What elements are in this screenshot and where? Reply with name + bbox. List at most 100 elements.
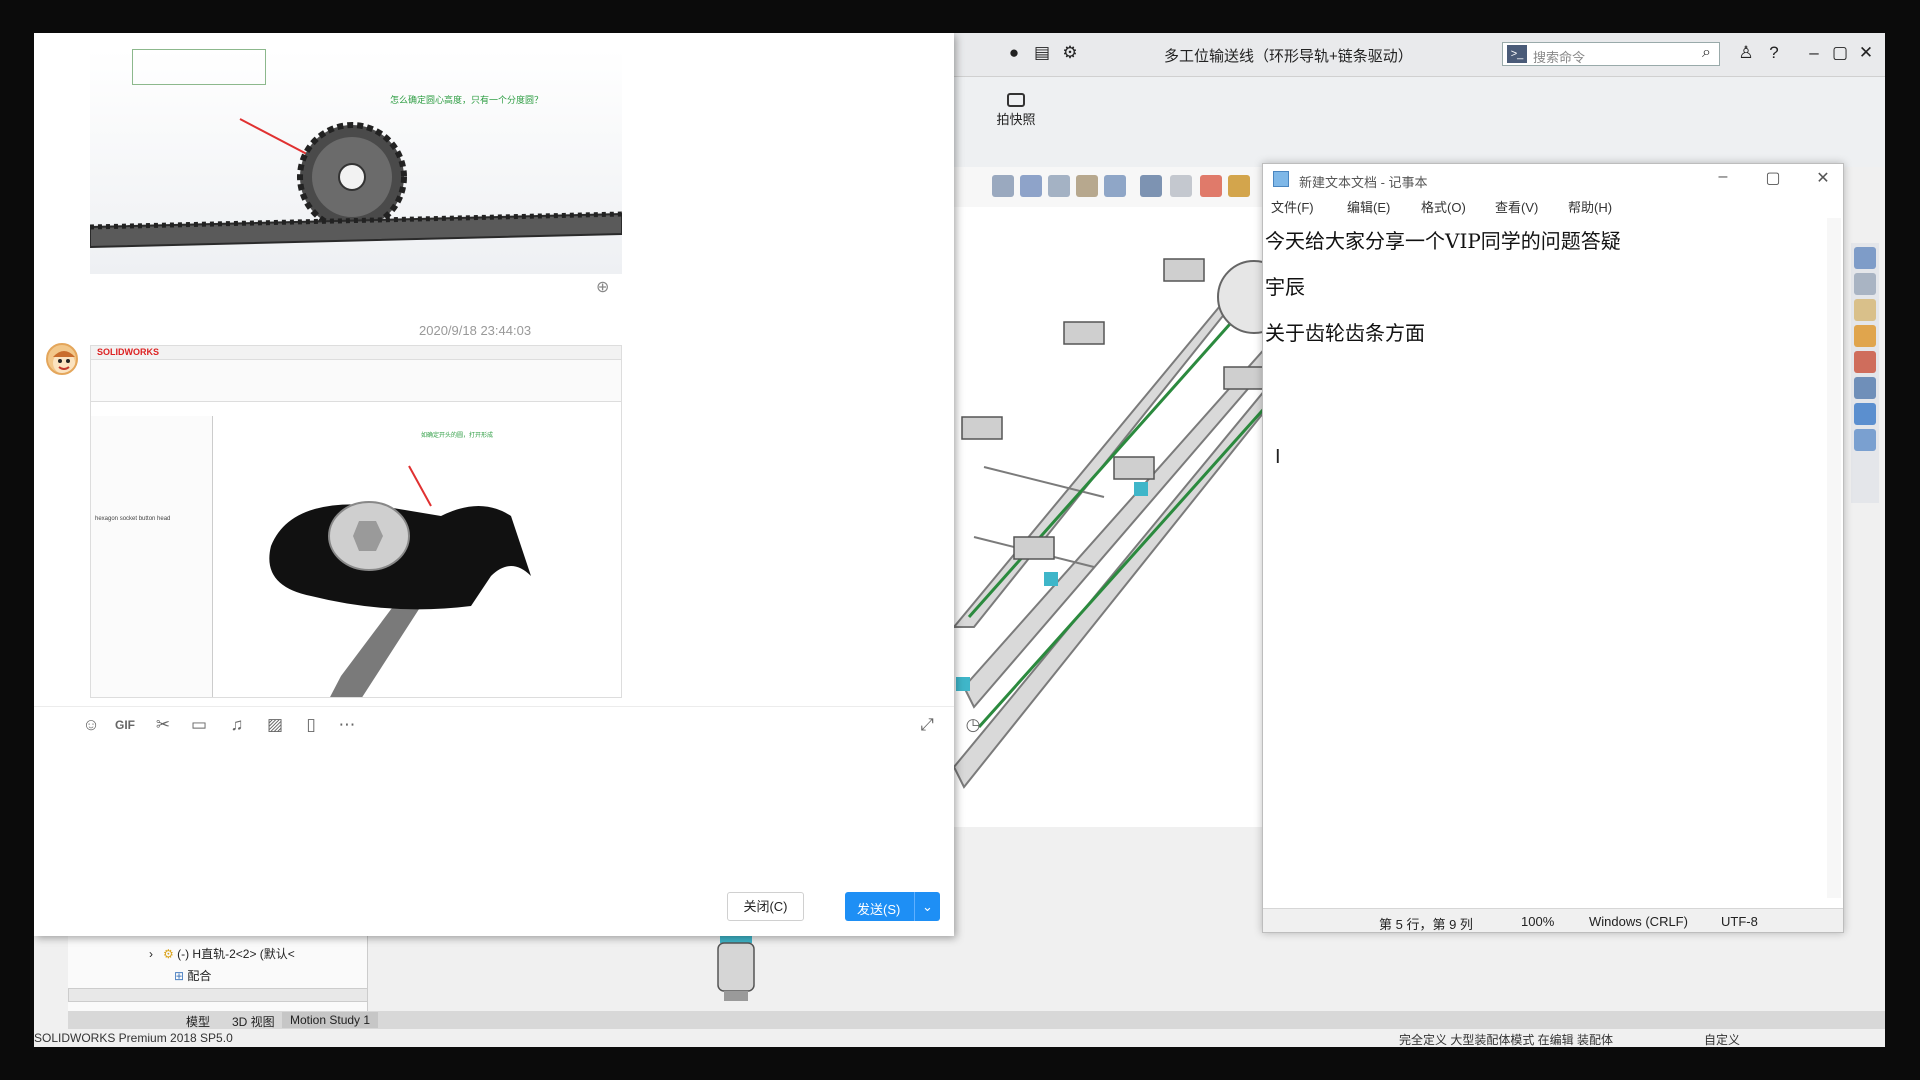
search-commands-input[interactable]: >_ 搜索命令 ⌕ <box>1502 42 1720 66</box>
notepad-title: 新建文本文档 - 记事本 <box>1299 175 1428 190</box>
minimize-icon[interactable]: – <box>1708 168 1738 186</box>
zoom-area-icon[interactable] <box>1020 175 1042 197</box>
notepad-text-area[interactable]: 今天给大家分享一个VIP同学的问题答疑 宇辰 关于齿轮齿条方面 <box>1265 218 1823 898</box>
custom-properties-icon[interactable] <box>1854 377 1876 399</box>
close-icon[interactable]: ✕ <box>1808 168 1838 188</box>
display-style-icon[interactable] <box>1140 175 1162 197</box>
notepad-window: 新建文本文档 - 记事本 – ▢ ✕ 文件(F) 编辑(E) 格式(O) 查看(… <box>1262 163 1844 933</box>
zoom-fit-icon[interactable] <box>992 175 1014 197</box>
maximize-icon[interactable]: ▢ <box>1758 168 1788 188</box>
screen: ● ▤ ⚙ 多工位输送线（环形导轨+链条驱动） >_ 搜索命令 ⌕ ♙ ? – … <box>34 33 1885 1047</box>
bracket-drawing <box>269 465 531 697</box>
close-button[interactable]: 关闭(C) <box>727 892 804 921</box>
bracket-cyan <box>1044 572 1058 586</box>
tree-expand-icon[interactable]: › <box>149 947 160 961</box>
dynamic-annotation-icon[interactable] <box>1076 175 1098 197</box>
appearance-icon[interactable] <box>1200 175 1222 197</box>
menu-file[interactable]: 文件(F) <box>1271 197 1314 216</box>
encoding: UTF-8 <box>1721 914 1758 929</box>
menu-edit[interactable]: 编辑(E) <box>1347 197 1390 216</box>
toolbox-icon[interactable] <box>1854 325 1876 347</box>
chat-image-gear-rack[interactable]: 怎么确定圆心高度，只有一个分度圆？ <box>90 49 622 274</box>
tree-row-label: 配合 <box>187 969 212 983</box>
options-list-icon[interactable]: ▤ <box>1030 43 1054 63</box>
section-view-icon[interactable] <box>1048 175 1070 197</box>
resources-icon[interactable] <box>1854 273 1876 295</box>
emoji-icon[interactable]: ☺ <box>80 715 102 735</box>
view-orientation-icon[interactable] <box>1104 175 1126 197</box>
notepad-menubar: 文件(F) 编辑(E) 格式(O) 查看(V) 帮助(H) <box>1263 194 1843 216</box>
image-icon[interactable]: ▨ <box>264 715 286 735</box>
solidworks-statusbar: SOLIDWORKS Premium 2018 SP5.0 完全定义 大型装配体… <box>34 1029 1885 1047</box>
scissors-icon[interactable]: ✂ <box>152 715 174 735</box>
image-frame <box>132 49 266 85</box>
graphics-viewport[interactable] <box>951 207 1291 827</box>
chevron-down-icon[interactable]: ⌄ <box>914 892 940 921</box>
snapshot-button[interactable]: 拍快照 <box>991 93 1041 128</box>
carrier-block <box>961 416 1003 440</box>
assembly-state-text: 完全定义 大型装配体模式 在编辑 装配体 <box>1399 1033 1614 1047</box>
hide-show-icon[interactable] <box>1170 175 1192 197</box>
tree-row-label: (-) H直轨-2<2> (默认< <box>177 947 295 961</box>
appearances-icon[interactable] <box>1854 351 1876 373</box>
scene-icon[interactable] <box>1228 175 1250 197</box>
zoom-icon[interactable]: ⊕ <box>596 277 609 297</box>
help-icon[interactable]: ? <box>1762 43 1786 63</box>
close-icon[interactable]: ✕ <box>1854 43 1878 63</box>
heads-up-toolbar <box>954 167 1298 207</box>
notepad-icon <box>1273 171 1289 187</box>
history-icon[interactable]: ◷ <box>962 715 984 735</box>
message-timestamp: 2020/9/18 23:44:03 <box>419 323 532 338</box>
menu-help[interactable]: 帮助(H) <box>1568 197 1612 216</box>
music-icon[interactable]: ♫ <box>226 715 248 735</box>
send-label: 发送(S) <box>857 902 901 917</box>
bracket-cyan <box>1134 482 1148 496</box>
more-icon[interactable]: ⋯ <box>336 715 358 735</box>
solidworks-title: 多工位输送线（环形导轨+链条驱动） <box>1164 48 1413 65</box>
avatar[interactable] <box>46 343 78 375</box>
search-icon[interactable]: ⌕ <box>1702 44 1711 62</box>
conveyor-model <box>951 258 1291 789</box>
tree-horizontal-scrollbar[interactable] <box>68 988 368 1002</box>
folder-icon[interactable]: ▭ <box>188 715 210 735</box>
gif-icon[interactable]: GIF <box>114 718 136 732</box>
notepad-statusbar: 第 5 行，第 9 列 100% Windows (CRLF) UTF-8 <box>1263 908 1843 932</box>
traffic-light-icon[interactable]: ● <box>1002 43 1026 63</box>
chat-image-solidworks-screenshot[interactable]: SOLIDWORKS hexagon socket button head 如确… <box>90 345 622 698</box>
version-text: SOLIDWORKS Premium 2018 SP5.0 <box>34 1031 233 1045</box>
image-question-text: 怎么确定圆心高度，只有一个分度圆？ <box>390 95 544 105</box>
snapshot-label: 拍快照 <box>996 112 1036 127</box>
bracket-cyan <box>956 677 970 691</box>
text-line: 宇辰 <box>1265 275 1305 299</box>
screen-icon[interactable]: ▯ <box>300 715 322 735</box>
text-line: 关于齿轮齿条方面 <box>1265 321 1425 345</box>
tree-row-mates[interactable]: ⊞ 配合 <box>174 967 211 984</box>
minimize-icon[interactable]: – <box>1802 43 1826 63</box>
chat-message-area[interactable]: 怎么确定圆心高度，只有一个分度圆？ ⊕ 2020/9/18 23:44:03 S… <box>34 33 954 706</box>
document-tabs: 模型 3D 视图 Motion Study 1 <box>68 1011 1885 1029</box>
community-icon[interactable] <box>1854 403 1876 425</box>
carrier-block <box>1113 456 1155 480</box>
tab-motion-study[interactable]: Motion Study 1 <box>282 1012 379 1028</box>
carrier-block <box>1013 536 1055 560</box>
units-selector[interactable]: 自定义 <box>1704 1031 1740 1047</box>
notepad-titlebar: 新建文本文档 - 记事本 – ▢ ✕ <box>1263 164 1843 194</box>
forum-icon[interactable] <box>1854 429 1876 451</box>
folder-icon[interactable] <box>1854 299 1876 321</box>
gearmotor-part <box>717 933 755 1001</box>
gear-icon[interactable]: ⚙ <box>1058 43 1082 63</box>
expand-icon[interactable]: ⤢ <box>916 715 938 735</box>
maximize-icon[interactable]: ▢ <box>1828 43 1852 63</box>
chat-message-input[interactable] <box>34 742 954 892</box>
mates-icon: ⊞ <box>174 969 188 983</box>
user-icon[interactable]: ♙ <box>1734 43 1758 63</box>
send-button[interactable]: 发送(S) ⌄ <box>845 892 940 921</box>
tree-row-rail[interactable]: › ⚙ (-) H直轨-2<2> (默认< <box>149 945 295 962</box>
menu-format[interactable]: 格式(O) <box>1421 197 1466 216</box>
menu-view[interactable]: 查看(V) <box>1495 197 1538 216</box>
command-prompt-icon: >_ <box>1507 45 1527 63</box>
carrier-block <box>1163 258 1205 282</box>
text-cursor-icon: I <box>1275 446 1281 468</box>
home-icon[interactable] <box>1854 247 1876 269</box>
notepad-vertical-scrollbar[interactable] <box>1827 218 1841 898</box>
